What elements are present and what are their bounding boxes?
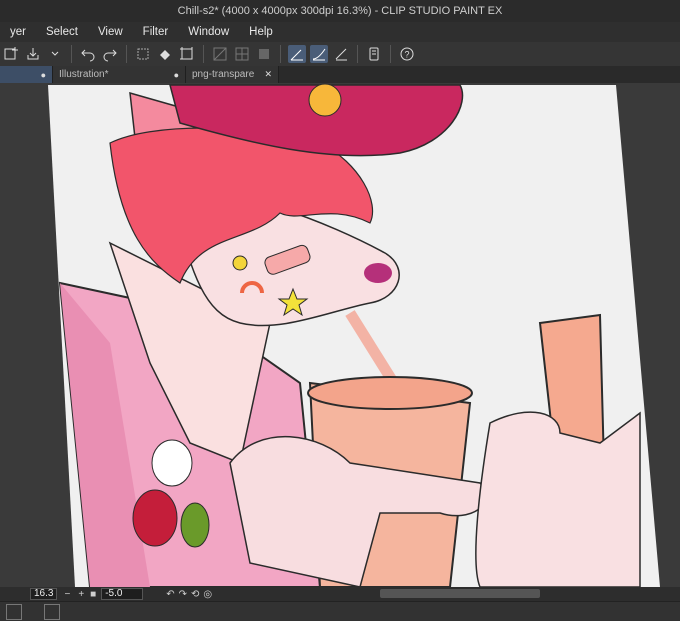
stroke-icon[interactable] bbox=[288, 45, 306, 63]
zoom-in-button[interactable]: + bbox=[78, 589, 84, 600]
avocado-pin bbox=[180, 502, 210, 548]
angle-field[interactable]: -5.0 bbox=[101, 588, 144, 600]
reset-icon[interactable]: ⟲ bbox=[191, 589, 199, 600]
tab-illustration[interactable]: Illustration* ● bbox=[53, 66, 186, 83]
undo-icon[interactable] bbox=[79, 45, 97, 63]
horizontal-scrollbar[interactable] bbox=[380, 589, 540, 598]
navigator-button[interactable] bbox=[44, 603, 60, 620]
red-pin bbox=[132, 489, 178, 547]
cup-lid bbox=[307, 376, 473, 410]
face-pin bbox=[151, 439, 193, 487]
new-layer-icon[interactable] bbox=[2, 45, 20, 63]
menu-window[interactable]: Window bbox=[178, 26, 239, 38]
save-icon[interactable] bbox=[24, 45, 42, 63]
right-hand bbox=[475, 411, 641, 587]
tab-close[interactable]: ✕ bbox=[264, 69, 272, 80]
pen-pressure-icon[interactable] bbox=[332, 45, 350, 63]
tab-label: png-transparent bbox=[192, 69, 254, 80]
menu-select[interactable]: Select bbox=[36, 26, 88, 38]
document-tabs: ● Illustration* ● png-transparent ✕ bbox=[0, 66, 680, 83]
smiley-sticker bbox=[232, 255, 248, 271]
menu-help[interactable]: Help bbox=[239, 26, 283, 38]
menu-layer[interactable]: yer bbox=[0, 26, 36, 38]
tab-label: Illustration* bbox=[59, 69, 109, 80]
help-icon[interactable]: ? bbox=[398, 45, 416, 63]
stop-icon[interactable]: ■ bbox=[90, 589, 96, 600]
chevron-down-icon[interactable] bbox=[46, 45, 64, 63]
stabilize-icon[interactable] bbox=[310, 45, 328, 63]
fill-icon[interactable] bbox=[156, 45, 174, 63]
snap-icon[interactable] bbox=[211, 45, 229, 63]
tab-chill[interactable]: ● bbox=[0, 66, 53, 83]
rotate-left-icon[interactable]: ↶ bbox=[166, 589, 174, 600]
clear-icon[interactable] bbox=[134, 45, 152, 63]
tab-png-transparent[interactable]: png-transparent ✕ bbox=[186, 66, 279, 83]
zoom-field[interactable]: 16.3 bbox=[30, 588, 58, 600]
separator bbox=[357, 45, 358, 63]
separator bbox=[203, 45, 204, 63]
separator bbox=[390, 45, 391, 63]
artwork-canvas[interactable] bbox=[0, 83, 680, 587]
zoom-out-button[interactable]: − bbox=[64, 589, 70, 600]
grid-icon[interactable] bbox=[255, 45, 273, 63]
menu-bar: yer Select View Filter Window Help bbox=[0, 22, 680, 42]
rotate-right-icon[interactable]: ↷ bbox=[179, 589, 187, 600]
title-bar: Chill-s2* (4000 x 4000px 300dpi 16.3%) -… bbox=[0, 0, 680, 22]
menu-view[interactable]: View bbox=[88, 26, 133, 38]
menu-filter[interactable]: Filter bbox=[133, 26, 179, 38]
status-bar: 16.3 − + ■ -5.0 ↶ ↷ ⟲ ◎ bbox=[0, 587, 680, 601]
separator bbox=[280, 45, 281, 63]
layer-settings-button[interactable] bbox=[6, 603, 22, 620]
separator bbox=[71, 45, 72, 63]
redo-icon[interactable] bbox=[101, 45, 119, 63]
phone-icon[interactable] bbox=[365, 45, 383, 63]
svg-text:?: ? bbox=[405, 50, 410, 60]
canvas-area[interactable] bbox=[0, 83, 680, 587]
ruler-icon[interactable] bbox=[233, 45, 251, 63]
cap-badge bbox=[308, 83, 342, 117]
window-title: Chill-s2* (4000 x 4000px 300dpi 16.3%) -… bbox=[177, 5, 503, 17]
tab-close[interactable]: ● bbox=[174, 70, 179, 80]
nose bbox=[364, 263, 392, 283]
tab-close[interactable]: ● bbox=[41, 70, 46, 80]
transform-icon[interactable] bbox=[178, 45, 196, 63]
separator bbox=[126, 45, 127, 63]
flip-icon[interactable]: ◎ bbox=[203, 589, 212, 600]
bottom-bar bbox=[0, 601, 680, 621]
command-bar: ? bbox=[0, 42, 680, 67]
